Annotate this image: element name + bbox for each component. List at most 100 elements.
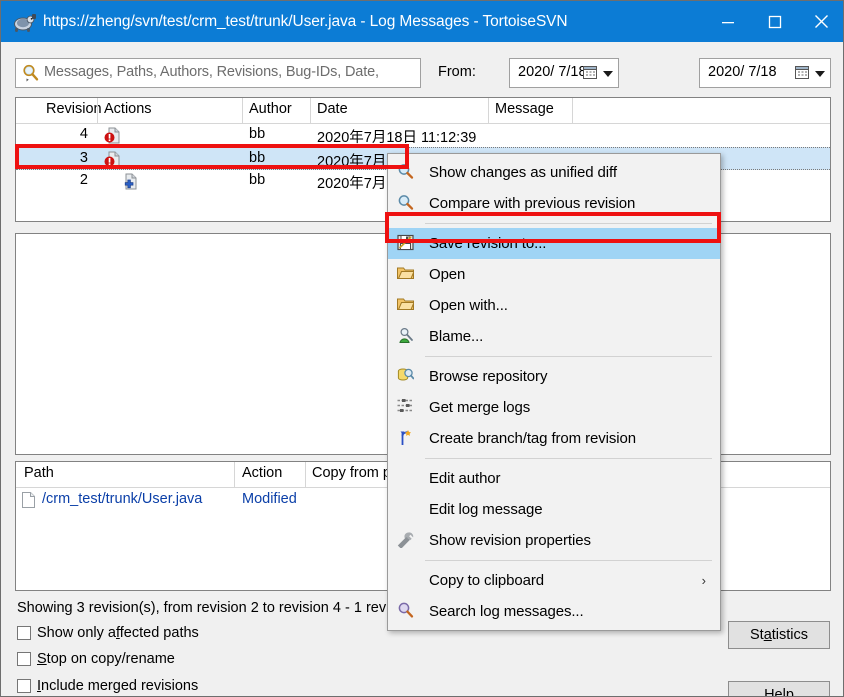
title-bar: https://zheng/svn/test/crm_test/trunk/Us… [1,1,843,42]
menu-item-label: Copy to clipboard [429,572,545,589]
menu-item-label: Show changes as unified diff [429,164,617,181]
checkbox-label: Include merged revisions [37,678,199,694]
menu-item-label: Browse repository [429,368,548,385]
magnifier-icon [388,188,429,219]
cell-revision: 3 [79,150,88,166]
close-button[interactable] [798,1,843,42]
minimize-button[interactable] [704,1,751,42]
cell-date: 2020年7月18日 11:12:39 [317,130,477,146]
column-divider[interactable] [305,462,306,487]
cell-author: bb [249,150,266,166]
menu-item-create-branch-tag-from-revision[interactable]: Create branch/tag from revision [388,423,720,454]
from-date-dropdown-arrow[interactable] [603,71,613,77]
menu-item-save-revision-to[interactable]: Save revision to... [388,228,720,259]
branch-tag-icon [388,423,429,454]
menu-item-open[interactable]: Open [388,259,720,290]
menu-item-copy-to-clipboard[interactable]: Copy to clipboard › [388,565,720,596]
calendar-icon [583,65,598,80]
checkbox-box[interactable] [17,679,31,693]
menu-item-show-revision-properties[interactable]: Show revision properties [388,525,720,556]
column-header-author[interactable]: Author [249,101,292,117]
added-file-icon [121,173,139,195]
tortoisesvn-log-window: https://zheng/svn/test/crm_test/trunk/Us… [0,0,844,697]
cell-date: 2020年7月 [317,176,387,192]
column-header-date[interactable]: Date [317,101,348,117]
menu-item-label: Get merge logs [429,399,531,416]
search-placeholder-text: Messages, Paths, Authors, Revisions, Bug… [44,64,379,80]
column-header-actions[interactable]: Actions [104,101,152,117]
menu-item-open-with[interactable]: Open with... [388,290,720,321]
checkbox-box[interactable] [17,626,31,640]
statistics-button-label: Statistics [749,627,809,643]
help-button-label: Help [764,687,794,697]
cell-author: bb [249,126,266,142]
checkbox-label: Stop on copy/rename [37,651,175,667]
repository-icon [388,361,429,392]
column-divider[interactable] [234,462,235,487]
menu-item-edit-log-message[interactable]: Edit log message [388,494,720,525]
modified-file-icon [104,127,122,149]
open-folder-icon [388,290,429,321]
column-header-copy-from[interactable]: Copy from pa [312,465,399,481]
menu-item-edit-author[interactable]: Edit author [388,463,720,494]
blame-person-icon [388,321,429,352]
menu-item-label: Save revision to... [429,235,547,252]
statistics-button[interactable]: Statistics [728,621,830,649]
menu-item-no-icon [388,463,429,494]
column-divider[interactable] [488,98,489,123]
column-divider[interactable] [242,98,243,123]
to-date-field[interactable]: 2020/ 7/18 [699,58,831,88]
chevron-right-icon: › [701,573,706,588]
from-label: From: [438,64,476,80]
cell-path: /crm_test/trunk/User.java [42,491,203,507]
tortoisesvn-turtle-icon [11,11,37,33]
menu-item-get-merge-logs[interactable]: Get merge logs [388,392,720,423]
menu-item-no-icon [388,565,429,596]
column-divider[interactable] [97,98,98,123]
cell-revision: 4 [79,126,88,142]
merge-logs-icon [388,392,429,423]
to-date-value: 2020/ 7/18 [708,64,777,80]
cell-revision: 2 [79,172,88,188]
menu-item-label: Blame... [429,328,484,345]
search-input[interactable]: Messages, Paths, Authors, Revisions, Bug… [15,58,421,88]
menu-separator [425,223,712,224]
from-date-value: 2020/ 7/18 [518,64,587,80]
column-divider[interactable] [310,98,311,123]
context-menu: Show changes as unified diff Compare wit… [387,153,721,631]
menu-item-label: Compare with previous revision [429,195,636,212]
from-date-field[interactable]: 2020/ 7/18 [509,58,619,88]
checkbox-stop-on-copy-rename[interactable]: Stop on copy/rename [17,651,175,667]
column-header-revision[interactable]: Revision [46,101,102,117]
revision-list-header: Revision Actions Author Date Message [16,98,830,124]
save-disk-icon [388,228,429,259]
checkbox-label: Show only affected paths [37,625,199,641]
menu-item-label: Search log messages... [429,603,584,620]
to-date-dropdown-arrow[interactable] [815,71,825,77]
menu-item-search-log-messages[interactable]: Search log messages... [388,596,720,627]
window-title: https://zheng/svn/test/crm_test/trunk/Us… [43,12,568,30]
checkbox-show-only-affected-paths[interactable]: Show only affected paths [17,625,199,641]
maximize-button[interactable] [751,1,798,42]
menu-item-no-icon [388,494,429,525]
column-header-message[interactable]: Message [495,101,554,117]
cell-action: Modified [242,491,297,507]
magnifier-icon [388,157,429,188]
help-button[interactable]: Help [728,681,830,697]
column-header-path[interactable]: Path [24,465,54,481]
checkbox-include-merged-revisions[interactable]: Include merged revisions [17,678,198,694]
menu-item-show-changes-as-unified-diff[interactable]: Show changes as unified diff [388,157,720,188]
search-icon [21,63,41,83]
menu-item-label: Open [429,266,466,283]
open-folder-icon [388,259,429,290]
menu-separator [425,560,712,561]
menu-item-compare-with-previous-revision[interactable]: Compare with previous revision [388,188,720,219]
menu-item-browse-repository[interactable]: Browse repository [388,361,720,392]
table-row[interactable]: 4 bb 2020年7月18日 11:12:39 [16,124,830,147]
cell-author: bb [249,172,266,188]
column-header-action[interactable]: Action [242,465,282,481]
column-divider[interactable] [572,98,573,123]
wrench-icon [388,525,429,556]
menu-item-blame[interactable]: Blame... [388,321,720,352]
checkbox-box[interactable] [17,652,31,666]
